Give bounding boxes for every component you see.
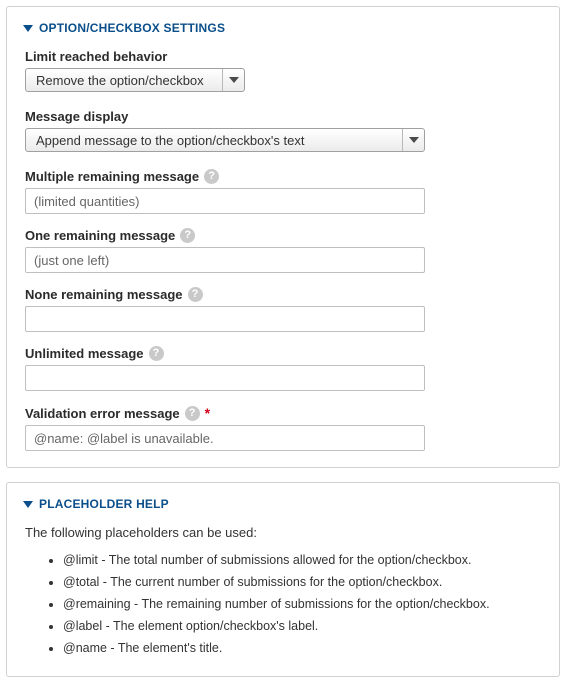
limit-behavior-select[interactable]: Remove the option/checkbox	[25, 68, 245, 92]
none-remaining-label: None remaining message	[25, 287, 183, 302]
placeholder-help-panel: PLACEHOLDER HELP The following placehold…	[6, 482, 560, 677]
required-indicator: *	[205, 405, 210, 421]
placeholder-list-item: @limit - The total number of submissions…	[63, 550, 543, 570]
disclosure-triangle-icon	[23, 25, 33, 32]
message-display-label: Message display	[25, 109, 128, 124]
option-checkbox-settings-panel: OPTION/CHECKBOX SETTINGS Limit reached b…	[6, 6, 560, 468]
placeholder-list-item: @label - The element option/checkbox's l…	[63, 616, 543, 636]
validation-error-label: Validation error message	[25, 406, 180, 421]
unlimited-label: Unlimited message	[25, 346, 144, 361]
unlimited-field: Unlimited message ?	[25, 346, 543, 391]
message-display-value: Append message to the option/checkbox's …	[26, 129, 424, 152]
help-icon[interactable]: ?	[149, 346, 164, 361]
limit-behavior-value: Remove the option/checkbox	[26, 69, 244, 92]
one-remaining-field: One remaining message ?	[25, 228, 543, 273]
help-icon[interactable]: ?	[180, 228, 195, 243]
unlimited-input[interactable]	[25, 365, 425, 391]
multiple-remaining-label: Multiple remaining message	[25, 169, 199, 184]
chevron-down-icon	[222, 69, 244, 91]
disclosure-triangle-icon	[23, 501, 33, 508]
validation-error-field: Validation error message ? *	[25, 405, 543, 451]
message-display-field: Message display Append message to the op…	[25, 109, 543, 155]
placeholder-list-item: @name - The element's title.	[63, 638, 543, 658]
option-settings-header[interactable]: OPTION/CHECKBOX SETTINGS	[23, 21, 543, 35]
placeholder-help-header[interactable]: PLACEHOLDER HELP	[23, 497, 543, 511]
none-remaining-input[interactable]	[25, 306, 425, 332]
one-remaining-input[interactable]	[25, 247, 425, 273]
multiple-remaining-field: Multiple remaining message ?	[25, 169, 543, 214]
limit-behavior-field: Limit reached behavior Remove the option…	[25, 49, 543, 95]
help-icon[interactable]: ?	[188, 287, 203, 302]
chevron-down-icon	[402, 129, 424, 151]
help-icon[interactable]: ?	[185, 406, 200, 421]
placeholder-list-item: @remaining - The remaining number of sub…	[63, 594, 543, 614]
validation-error-input[interactable]	[25, 425, 425, 451]
multiple-remaining-input[interactable]	[25, 188, 425, 214]
message-display-select[interactable]: Append message to the option/checkbox's …	[25, 128, 425, 152]
option-settings-title: OPTION/CHECKBOX SETTINGS	[39, 21, 225, 35]
placeholder-list: @limit - The total number of submissions…	[63, 550, 543, 658]
placeholder-list-item: @total - The current number of submissio…	[63, 572, 543, 592]
help-icon[interactable]: ?	[204, 169, 219, 184]
placeholder-intro: The following placeholders can be used:	[25, 525, 543, 540]
one-remaining-label: One remaining message	[25, 228, 175, 243]
limit-behavior-label: Limit reached behavior	[25, 49, 167, 64]
none-remaining-field: None remaining message ?	[25, 287, 543, 332]
placeholder-help-title: PLACEHOLDER HELP	[39, 497, 169, 511]
